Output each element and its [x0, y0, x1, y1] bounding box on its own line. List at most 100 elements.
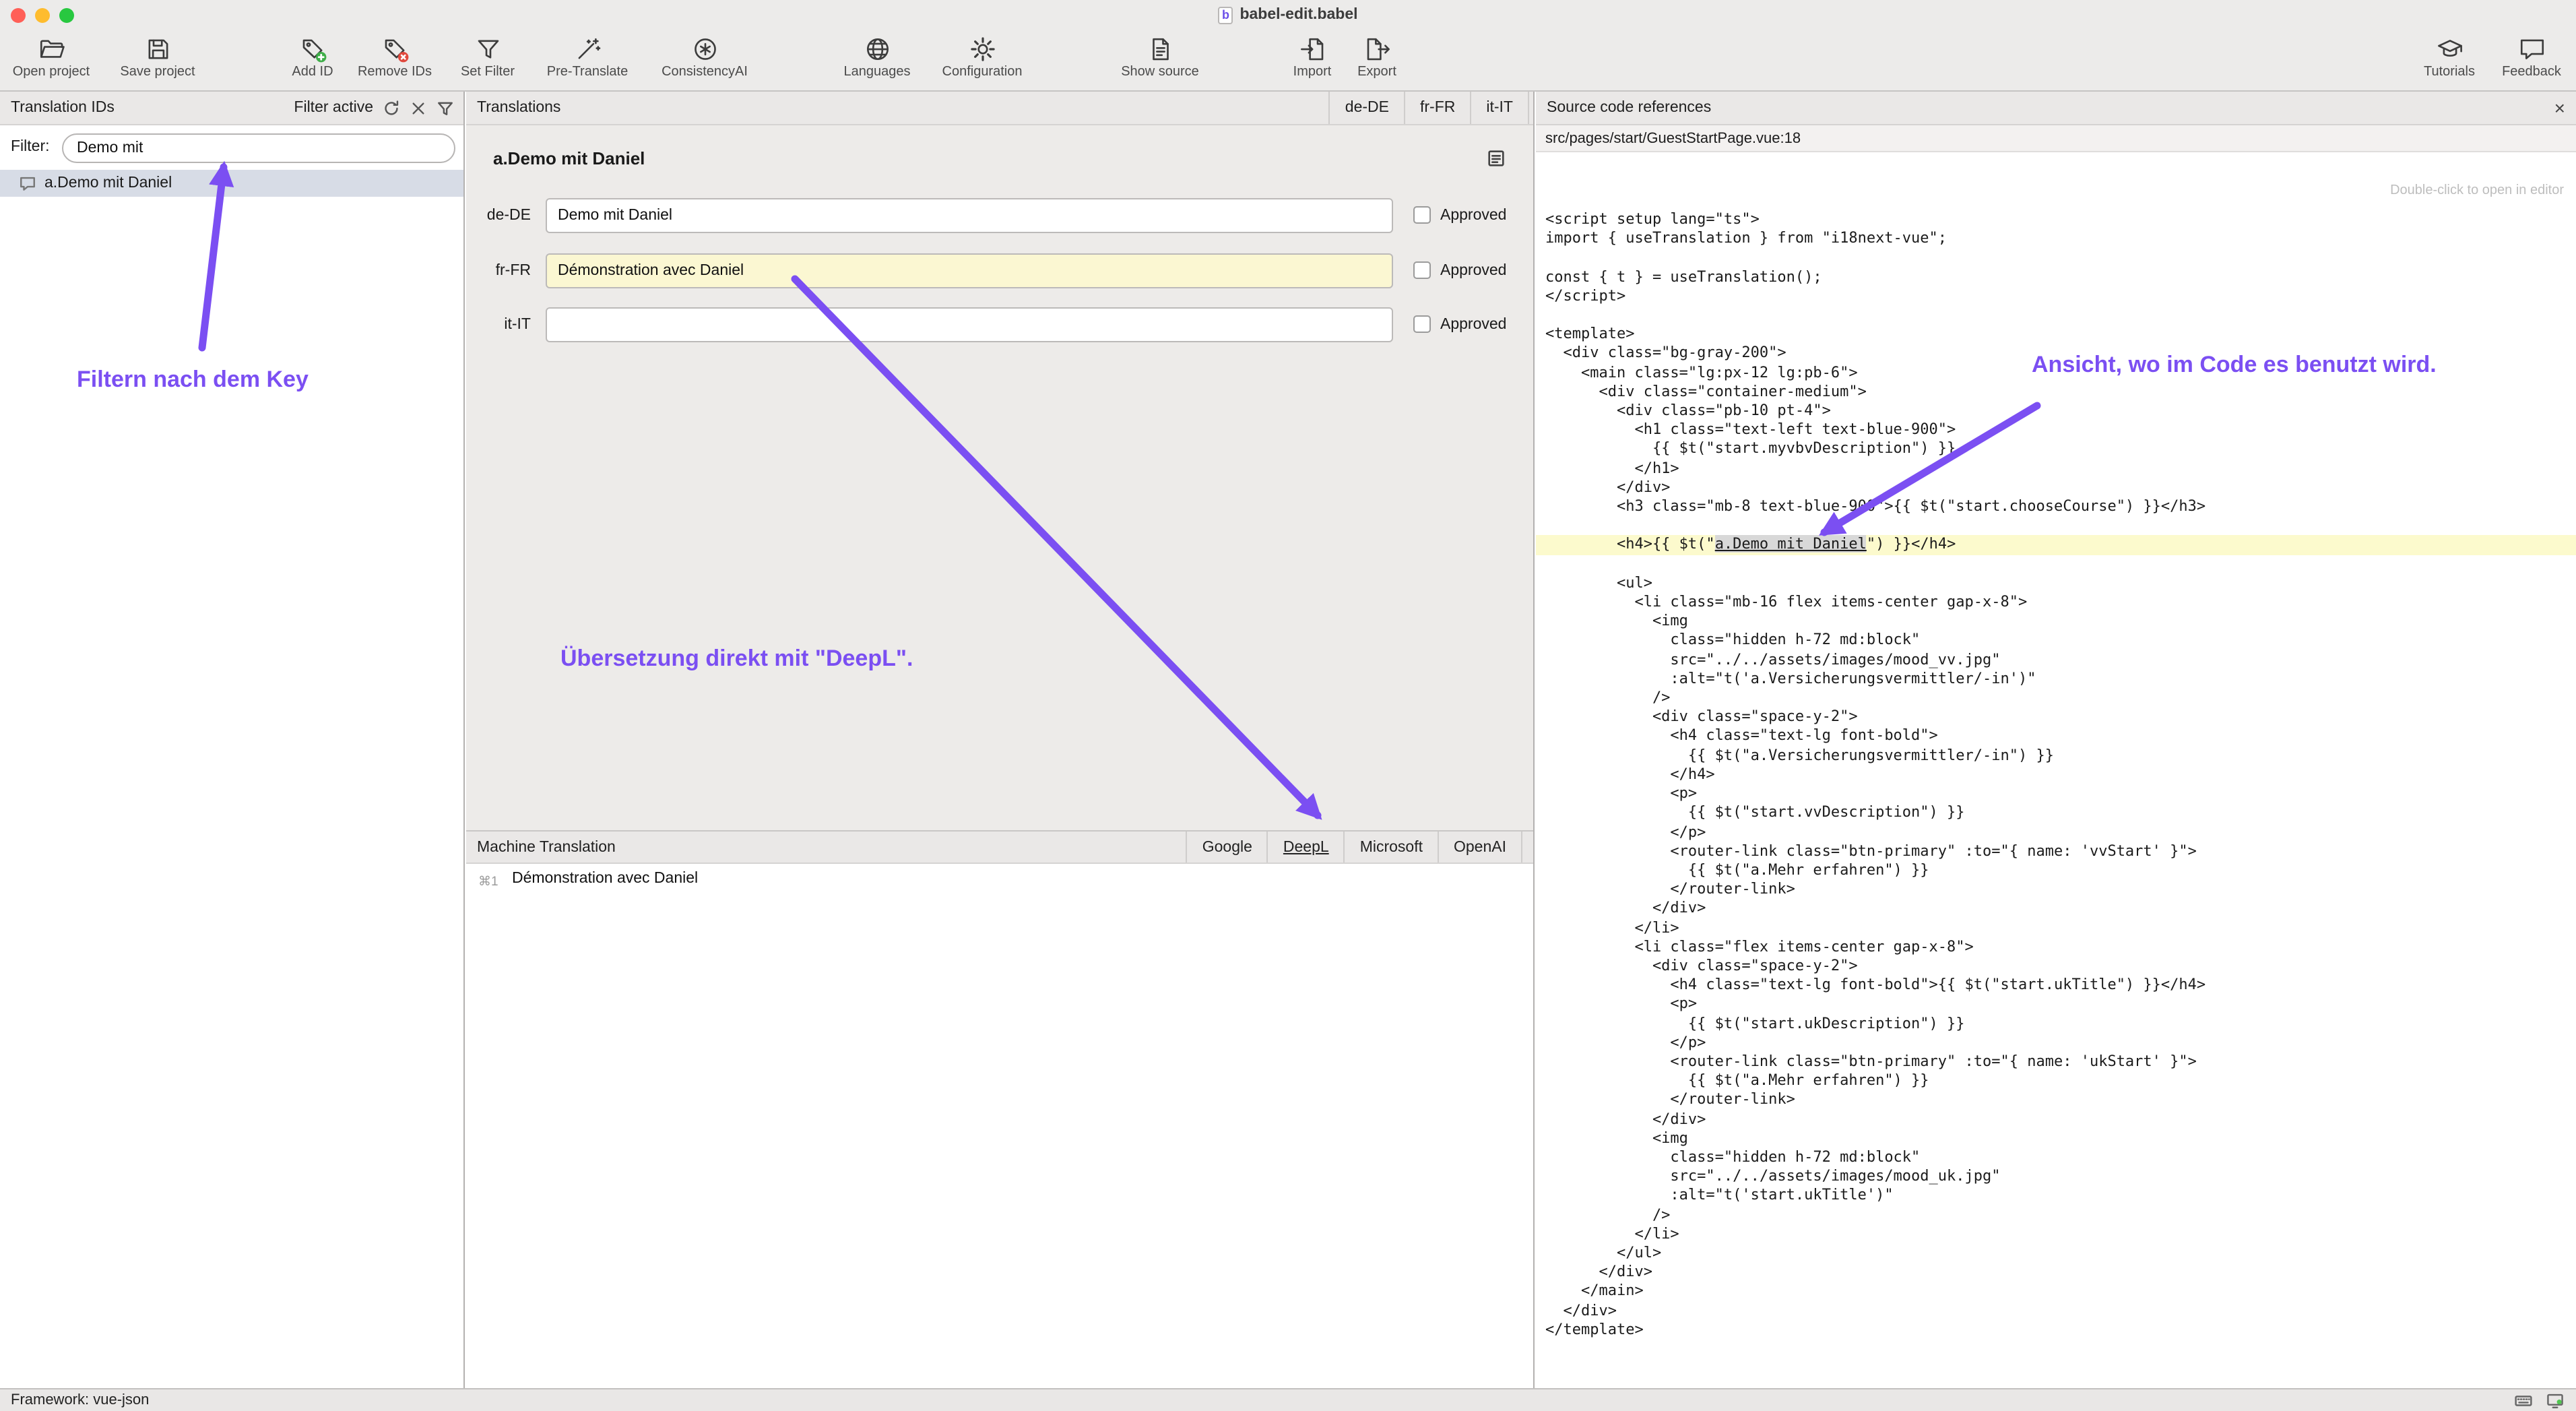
code-line: <ul>	[1536, 574, 2576, 593]
translation-input-it-IT[interactable]	[546, 307, 1393, 342]
translation-input-de-DE[interactable]	[546, 198, 1393, 233]
code-line: <h3 class="mb-8 text-blue-900">{{ $t("st…	[1536, 497, 2576, 516]
translation-row-de-DE: de-DE Approved	[466, 198, 1533, 234]
code-line: </router-link>	[1536, 880, 2576, 899]
code-line	[1536, 249, 2576, 268]
globe-icon	[820, 32, 934, 65]
keyboard-icon[interactable]	[2513, 1391, 2534, 1409]
translation-input-fr-FR[interactable]	[546, 253, 1393, 288]
export-icon	[1320, 32, 1434, 65]
window-title: b babel-edit.babel	[0, 4, 2576, 26]
refresh-icon[interactable]	[383, 99, 400, 117]
display-icon[interactable]	[2545, 1391, 2565, 1409]
code-line: class="hidden h-72 md:block"	[1536, 631, 2576, 650]
language-tab-it-IT[interactable]: it-IT	[1470, 92, 1529, 124]
code-line: />	[1536, 1205, 2576, 1224]
code-line: {{ $t("start.myvbvDescription") }}	[1536, 440, 2576, 459]
open-project-button[interactable]: Open project	[0, 32, 108, 80]
translation-row-it-IT: it-IT Approved	[466, 307, 1533, 344]
code-line: {{ $t("a.Mehr erfahren") }}	[1536, 861, 2576, 880]
provider-tab-google[interactable]: Google	[1186, 832, 1267, 863]
filter-row: Filter:	[0, 125, 463, 168]
feedback-button[interactable]: Feedback	[2475, 32, 2576, 80]
document-icon: b	[1218, 6, 1233, 24]
code-line: {{ $t("start.ukDescription") }}	[1536, 1014, 2576, 1033]
code-line: </h4>	[1536, 765, 2576, 784]
code-line: />	[1536, 689, 2576, 708]
consistency-ai-button[interactable]: ConsistencyAI	[648, 32, 761, 80]
filter-label: Filter:	[11, 139, 50, 155]
code-line	[1536, 306, 2576, 325]
save-project-button[interactable]: Save project	[101, 32, 214, 80]
magic-wand-icon	[531, 32, 644, 65]
clear-filter-icon[interactable]	[410, 99, 427, 117]
approved-checkbox-it-IT[interactable]	[1413, 315, 1431, 333]
shortcut-hint: ⌘1	[478, 875, 498, 889]
code-line: <img	[1536, 613, 2576, 631]
language-tab-de-DE[interactable]: de-DE	[1329, 92, 1404, 124]
gear-icon	[926, 32, 1039, 65]
code-line: </div>	[1536, 1110, 2576, 1129]
set-filter-button[interactable]: Set Filter	[431, 32, 544, 80]
code-line: <template>	[1536, 325, 2576, 344]
code-line: {{ $t("start.vvDescription") }}	[1536, 804, 2576, 823]
approved-checkbox-de-DE[interactable]	[1413, 206, 1431, 224]
code-line: <div class="space-y-2">	[1536, 708, 2576, 727]
translation-id-label: a.Demo mit Daniel	[44, 175, 172, 191]
provider-tab-microsoft[interactable]: Microsoft	[1344, 832, 1438, 863]
panel-title: Machine Translation	[466, 839, 616, 855]
source-references-header: Source code references ×	[1536, 92, 2576, 125]
code-line: <p>	[1536, 784, 2576, 803]
code-line: :alt="t('start.ukTitle')"	[1536, 1187, 2576, 1205]
code-line: </div>	[1536, 1263, 2576, 1282]
code-line: </h1>	[1536, 459, 2576, 478]
code-line: <router-link class="btn-primary" :to="{ …	[1536, 842, 2576, 860]
filter-icon[interactable]	[437, 99, 454, 117]
language-label: fr-FR	[474, 253, 531, 290]
code-line: <h4 class="text-lg font-bold">	[1536, 727, 2576, 746]
code-line: <div class="pb-10 pt-4">	[1536, 402, 2576, 420]
mt-suggestion[interactable]: Démonstration avec Daniel	[512, 871, 698, 887]
pre-translate-button[interactable]: Pre-Translate	[531, 32, 644, 80]
export-button[interactable]: Export	[1320, 32, 1434, 80]
filter-active-label: Filter active	[294, 100, 373, 116]
save-icon	[101, 32, 214, 65]
configuration-button[interactable]: Configuration	[926, 32, 1039, 80]
approved-label: Approved	[1440, 198, 1506, 234]
panel-title: Source code references	[1536, 100, 1711, 116]
notes-icon[interactable]	[1486, 148, 1506, 175]
code-line: {{ $t("a.Versicherungsvermittler/-in") }…	[1536, 746, 2576, 765]
source-file-reference[interactable]: src/pages/start/GuestStartPage.vue:18	[1536, 125, 2576, 152]
translation-id-list-item[interactable]: a.Demo mit Daniel	[0, 170, 463, 197]
code-line: <p>	[1536, 995, 2576, 1014]
languages-button[interactable]: Languages	[820, 32, 934, 80]
editor-hint: Double-click to open in editor	[1536, 152, 2576, 198]
folder-open-icon	[0, 32, 108, 65]
code-line: <router-link class="btn-primary" :to="{ …	[1536, 1053, 2576, 1071]
code-line: </p>	[1536, 823, 2576, 842]
code-line: </li>	[1536, 1225, 2576, 1244]
show-source-button[interactable]: Show source	[1103, 32, 1217, 80]
provider-tab-openai[interactable]: OpenAI	[1438, 832, 1522, 863]
machine-translation-body: ⌘1 Démonstration avec Daniel	[466, 864, 1533, 1388]
language-label: it-IT	[474, 307, 531, 344]
highlighted-key-token: a.Demo mit Daniel	[1715, 536, 1867, 553]
code-line	[1536, 555, 2576, 573]
provider-tab-deepl[interactable]: DeepL	[1267, 832, 1344, 863]
code-line: src="../../assets/images/mood_vv.jpg"	[1536, 650, 2576, 669]
source-references-panel: Source code references × src/pages/start…	[1536, 92, 2576, 1388]
close-icon[interactable]: ×	[2554, 98, 2576, 117]
babeledit-window: b babel-edit.babel Open project Save pro…	[0, 0, 2576, 1411]
filter-input[interactable]	[62, 133, 455, 163]
approved-checkbox-fr-FR[interactable]	[1413, 261, 1431, 279]
comment-bubble-icon	[19, 175, 36, 192]
window-title-text: babel-edit.babel	[1239, 7, 1357, 23]
code-line: <main class="lg:px-12 lg:pb-6">	[1536, 363, 2576, 382]
code-line: </p>	[1536, 1033, 2576, 1052]
code-line: </script>	[1536, 287, 2576, 306]
code-line: import { useTranslation } from "i18next-…	[1536, 229, 2576, 248]
language-tab-fr-FR[interactable]: fr-FR	[1404, 92, 1470, 124]
code-listing[interactable]: <script setup lang="ts">import { useTran…	[1536, 210, 2576, 1340]
code-line: <h4 class="text-lg font-bold">{{ $t("sta…	[1536, 976, 2576, 995]
translations-body: a.Demo mit Daniel de-DE Approved fr-FR A…	[466, 125, 1533, 830]
